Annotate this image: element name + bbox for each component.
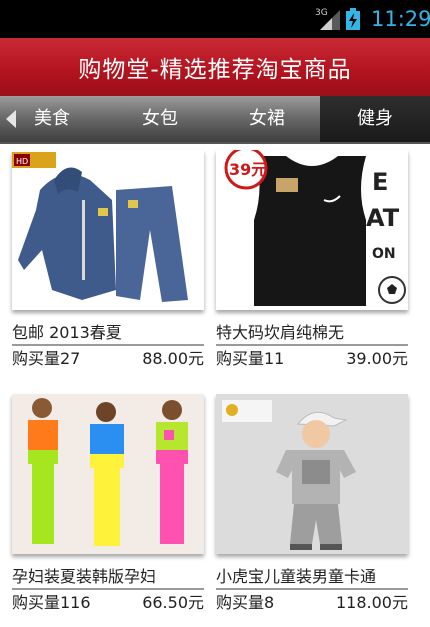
- tab-skirts[interactable]: 女裙: [231, 96, 303, 142]
- clock: 11:29: [371, 7, 430, 31]
- product-image-kids-outfit[interactable]: [216, 394, 408, 554]
- product-price: 39.00元: [346, 349, 408, 368]
- price-badge: 39元: [229, 160, 267, 179]
- sales-count: 购买量116: [12, 593, 91, 612]
- app-header: 购物堂-精选推荐淘宝商品: [0, 38, 430, 96]
- product-image-black-vest[interactable]: E AT ON 39元: [216, 150, 408, 310]
- tab-food[interactable]: 美食: [16, 96, 88, 142]
- svg-text:ON: ON: [372, 246, 396, 262]
- product-name[interactable]: 小虎宝儿童装男童卡通: [216, 564, 408, 590]
- maternity-image: [12, 394, 204, 554]
- product-card[interactable]: E AT ON 39元 特大码坎肩纯棉无 购买量11 39.00元: [216, 150, 408, 372]
- product-meta: 购买量11 39.00元: [216, 346, 408, 372]
- brand-badge: HD: [16, 157, 28, 166]
- signal-icon: [320, 10, 340, 30]
- product-name[interactable]: 孕妇装夏装韩版孕妇: [12, 564, 204, 590]
- product-card[interactable]: 小虎宝儿童装男童卡通 购买量8 118.00元: [216, 394, 408, 616]
- product-name[interactable]: 包邮 2013春夏: [12, 320, 204, 346]
- product-image-blue-tracksuit[interactable]: HD: [12, 150, 204, 310]
- kids-outfit-image: [216, 394, 408, 554]
- product-meta: 购买量8 118.00元: [216, 590, 408, 616]
- product-price: 88.00元: [142, 349, 204, 368]
- battery-icon: [346, 8, 360, 30]
- product-grid: HD 包邮 2013春夏 购买量27 88.00元 E AT ON 39元 特大…: [0, 144, 430, 627]
- product-card[interactable]: 孕妇装夏装韩版孕妇 购买量116 66.50元: [12, 394, 204, 616]
- svg-text:E: E: [372, 168, 388, 196]
- sales-count: 购买量11: [216, 349, 285, 368]
- product-name[interactable]: 特大码坎肩纯棉无: [216, 320, 408, 346]
- tracksuit-image: HD: [12, 150, 204, 310]
- svg-text:AT: AT: [366, 204, 400, 232]
- vest-image: E AT ON 39元: [216, 150, 408, 310]
- product-meta: 购买量116 66.50元: [12, 590, 204, 616]
- product-image-maternity-outfits[interactable]: [12, 394, 204, 554]
- tab-handbags[interactable]: 女包: [124, 96, 196, 142]
- sales-count: 购买量27: [12, 349, 81, 368]
- category-tab-bar: 美食 女包 女裙 健身: [0, 96, 430, 144]
- product-price: 118.00元: [336, 593, 408, 612]
- sales-count: 购买量8: [216, 593, 275, 612]
- product-card[interactable]: HD 包邮 2013春夏 购买量27 88.00元: [12, 150, 204, 372]
- tab-fitness[interactable]: 健身: [320, 96, 430, 142]
- status-bar: 3G 11:29: [0, 0, 430, 38]
- product-meta: 购买量27 88.00元: [12, 346, 204, 372]
- product-price: 66.50元: [142, 593, 204, 612]
- page-title: 购物堂-精选推荐淘宝商品: [78, 57, 352, 83]
